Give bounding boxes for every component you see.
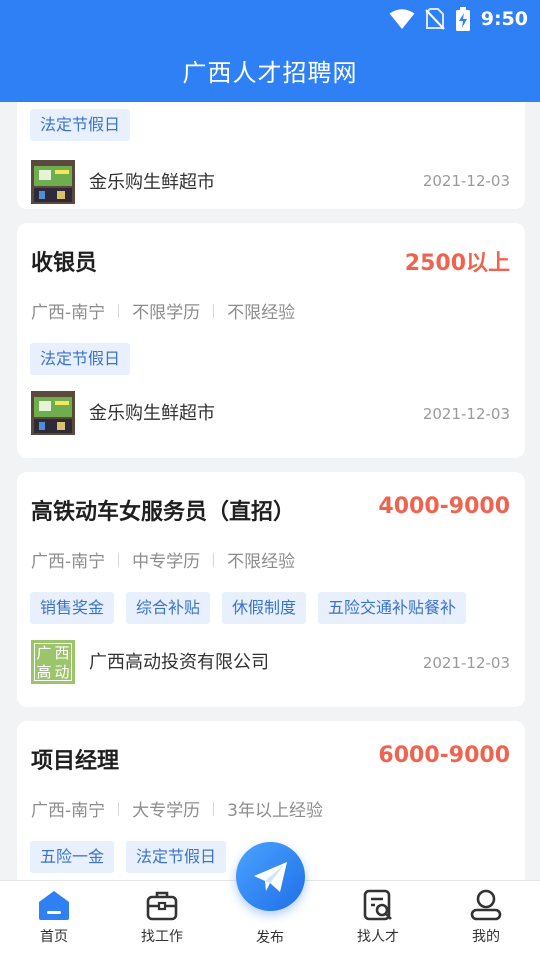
job-title: 高铁动车女服务员（直招） bbox=[31, 500, 296, 525]
benefit-tag: 休假制度 bbox=[222, 592, 307, 624]
company-row[interactable]: 金乐购生鲜超市 2021-12-03 bbox=[31, 160, 510, 204]
job-meta: 广西-南宁 中专学历 不限经验 bbox=[31, 547, 295, 572]
job-education: 中专学历 bbox=[132, 552, 201, 572]
battery-charging-icon bbox=[455, 7, 470, 31]
divider bbox=[118, 801, 120, 816]
tab-me[interactable]: 我的 bbox=[432, 881, 540, 960]
job-title: 项目经理 bbox=[31, 749, 120, 774]
benefit-tag: 法定节假日 bbox=[30, 109, 131, 141]
job-title: 收银员 bbox=[31, 251, 98, 276]
publish-button[interactable] bbox=[236, 842, 305, 911]
tab-label: 发布 bbox=[256, 930, 284, 946]
job-experience: 3年以上经验 bbox=[227, 801, 323, 821]
job-card[interactable]: 高铁动车女服务员（直招） 4000-9000 广西-南宁 中专学历 不限经验 销… bbox=[17, 472, 525, 707]
no-sim-icon bbox=[425, 8, 445, 30]
company-name: 金乐购生鲜超市 bbox=[89, 172, 215, 193]
divider bbox=[118, 303, 120, 318]
post-date: 2021-12-03 bbox=[422, 405, 510, 423]
salary: 4000-9000 bbox=[378, 494, 510, 519]
tab-label: 首页 bbox=[40, 929, 68, 945]
app-header: 广西人才招聘网 bbox=[0, 38, 540, 102]
logo-char: 高 bbox=[36, 663, 52, 681]
search-document-icon bbox=[363, 889, 392, 921]
job-education: 大专学历 bbox=[132, 801, 201, 821]
job-card[interactable]: 法定节假日 金乐购生鲜超市 2021-12-03 bbox=[17, 102, 525, 209]
benefit-tag: 综合补贴 bbox=[126, 592, 211, 624]
job-card[interactable]: 收银员 2500以上 广西-南宁 不限学历 不限经验 法定节假日 金乐购生鲜超市… bbox=[17, 223, 525, 458]
company-name: 广西高动投资有限公司 bbox=[89, 652, 269, 673]
benefit-tags: 五险一金 法定节假日 bbox=[30, 841, 227, 873]
status-time: 9:50 bbox=[480, 8, 528, 30]
benefit-tag: 五险一金 bbox=[30, 841, 115, 873]
divider bbox=[213, 801, 215, 816]
benefit-tag: 法定节假日 bbox=[126, 841, 227, 873]
company-name: 金乐购生鲜超市 bbox=[89, 403, 215, 424]
job-location: 广西-南宁 bbox=[31, 552, 106, 572]
company-row[interactable]: 金乐购生鲜超市 2021-12-03 bbox=[31, 391, 510, 435]
page-title: 广西人才招聘网 bbox=[182, 58, 358, 87]
company-row[interactable]: 广 西 高 动 广西高动投资有限公司 2021-12-03 bbox=[31, 640, 510, 684]
salary: 2500以上 bbox=[404, 251, 510, 276]
logo-char: 广 bbox=[36, 644, 52, 662]
wifi-icon bbox=[389, 9, 415, 29]
tab-label: 我的 bbox=[472, 929, 500, 945]
job-location: 广西-南宁 bbox=[31, 303, 106, 323]
job-experience: 不限经验 bbox=[227, 552, 296, 572]
status-bar: 9:50 bbox=[0, 0, 540, 38]
salary: 6000-9000 bbox=[378, 743, 510, 768]
job-location: 广西-南宁 bbox=[31, 801, 106, 821]
company-logo: 广 西 高 动 bbox=[31, 640, 75, 684]
benefit-tags: 法定节假日 bbox=[30, 343, 131, 375]
divider bbox=[118, 552, 120, 567]
user-icon bbox=[470, 889, 502, 921]
tab-label: 找工作 bbox=[141, 929, 183, 945]
job-meta: 广西-南宁 不限学历 不限经验 bbox=[31, 298, 295, 323]
post-date: 2021-12-03 bbox=[422, 654, 510, 672]
briefcase-icon bbox=[146, 891, 178, 921]
benefit-tag: 五险交通补贴餐补 bbox=[318, 592, 467, 624]
logo-char: 西 bbox=[54, 644, 70, 662]
benefit-tags: 销售奖金 综合补贴 休假制度 五险交通补贴餐补 bbox=[30, 592, 467, 624]
status-icons: 9:50 bbox=[389, 5, 528, 33]
logo-char: 动 bbox=[54, 663, 70, 681]
tab-find-job[interactable]: 找工作 bbox=[108, 881, 216, 960]
post-date: 2021-12-03 bbox=[422, 172, 510, 190]
company-logo bbox=[31, 391, 75, 435]
tab-label: 找人才 bbox=[357, 929, 399, 945]
company-logo bbox=[31, 160, 75, 204]
benefit-tags: 法定节假日 bbox=[30, 109, 131, 141]
divider bbox=[213, 552, 215, 567]
benefit-tag: 法定节假日 bbox=[30, 343, 131, 375]
benefit-tag: 销售奖金 bbox=[30, 592, 115, 624]
job-education: 不限学历 bbox=[132, 303, 201, 323]
tab-find-talent[interactable]: 找人才 bbox=[324, 881, 432, 960]
job-experience: 不限经验 bbox=[227, 303, 296, 323]
job-list[interactable]: 法定节假日 金乐购生鲜超市 2021-12-03 收银员 2500以上 广西-南… bbox=[0, 102, 540, 880]
tab-home[interactable]: 首页 bbox=[0, 881, 108, 960]
paper-plane-icon bbox=[253, 861, 287, 892]
home-icon bbox=[39, 891, 69, 920]
divider bbox=[213, 303, 215, 318]
job-meta: 广西-南宁 大专学历 3年以上经验 bbox=[31, 796, 323, 821]
